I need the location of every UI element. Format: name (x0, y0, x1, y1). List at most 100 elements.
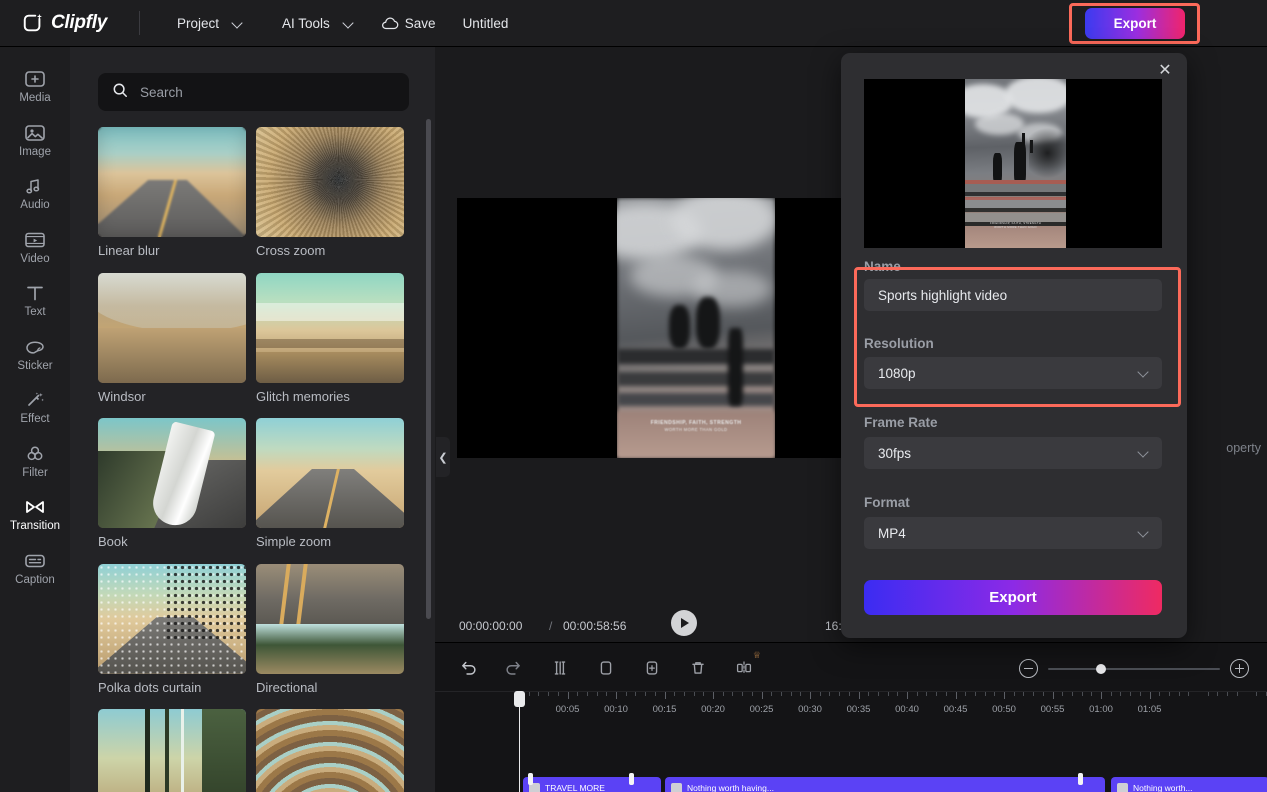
clip-trim-handle[interactable] (1078, 773, 1083, 785)
delete-icon[interactable] (687, 657, 709, 679)
ruler-tick-minor (771, 692, 772, 696)
clipfly-app: Clipfly Project AI Tools Save Untitled E… (0, 0, 1267, 792)
ruler-tick-minor (684, 692, 685, 696)
playhead-handle[interactable] (514, 691, 525, 707)
play-button[interactable] (671, 610, 697, 636)
sidebar-item-sticker[interactable]: Sticker (4, 329, 66, 379)
mirror-icon[interactable]: ♕ (733, 650, 761, 679)
transition-card-directional[interactable]: Directional (256, 563, 404, 696)
sidebar-item-text[interactable]: Text (4, 275, 66, 325)
resolution-select[interactable]: 1080p (864, 357, 1162, 389)
transition-card-simple-zoom[interactable]: Simple zoom (256, 418, 404, 550)
ruler-label: 01:05 (1137, 704, 1162, 715)
sidebar-item-audio[interactable]: Audio (4, 168, 66, 218)
sidebar-item-caption[interactable]: Caption (4, 543, 66, 593)
timeline-clip[interactable]: Nothing worth having... (665, 777, 1105, 792)
panel-collapse-toggle[interactable]: ❮ (436, 437, 450, 477)
transition-card-linear-blur[interactable]: Linear blur (98, 127, 246, 259)
export-dialog: ✕ FRIENDSHIP, FAITH, STRENGTH WORTH MORE… (841, 53, 1187, 638)
export-preview-caption: FRIENDSHIP, FAITH, STRENGTH WORTH MORE T… (989, 220, 1042, 230)
nav-item-ai-tools[interactable]: AI Tools (273, 11, 339, 36)
search-input[interactable]: Search (98, 73, 409, 111)
ruler-tick-major (907, 692, 908, 699)
sidebar-item-image[interactable]: Image (4, 115, 66, 165)
zoom-out-icon[interactable] (1019, 659, 1038, 678)
ruler-tick-minor (868, 692, 869, 696)
ruler-tick-minor (1159, 692, 1160, 696)
video-clip-icon (23, 229, 47, 251)
ruler-tick-minor (1169, 692, 1170, 696)
timeline-playhead[interactable] (514, 691, 525, 792)
duplicate-icon[interactable] (641, 657, 663, 679)
sidebar-item-filter[interactable]: Filter (4, 436, 66, 486)
project-title[interactable]: Untitled (463, 16, 509, 31)
transition-bowtie-icon (23, 496, 47, 518)
sticker-icon (23, 336, 47, 358)
name-input[interactable]: Sports highlight video (864, 279, 1162, 311)
transition-row: Windsor Glitch memories (98, 272, 418, 405)
framerate-select[interactable]: 30fps (864, 437, 1162, 469)
chevron-down-icon-project[interactable] (232, 18, 243, 29)
timeline-clip[interactable]: TRAVEL MORE (523, 777, 661, 792)
sidebar-item-media[interactable]: Media (4, 61, 66, 111)
ruler-label: 00:55 (1040, 704, 1065, 715)
framerate-label: Frame Rate (864, 415, 938, 430)
ruler-label: 00:20 (701, 704, 725, 715)
redo-icon[interactable] (503, 657, 525, 679)
brand-name: Clipfly (51, 12, 107, 33)
timeline-clip[interactable]: Nothing worth... (1111, 777, 1267, 792)
clip-trim-handle[interactable] (629, 773, 634, 785)
ruler-tick-major (858, 692, 860, 699)
video-preview[interactable]: FRIENDSHIP, FAITH, STRENGTH WORTH MORE T… (457, 198, 847, 458)
preview-caption: FRIENDSHIP, FAITH, STRENGTH WORTH MORE T… (617, 419, 775, 434)
transition-card-partial-2[interactable] (256, 709, 404, 792)
transition-card-partial-1[interactable] (98, 709, 246, 792)
transition-thumb (98, 127, 246, 237)
format-select[interactable]: MP4 (864, 517, 1162, 549)
crown-badge-icon: ♕ (752, 650, 761, 660)
chevron-down-icon-framerate (1138, 448, 1149, 459)
resolution-label: Resolution (864, 336, 934, 351)
transition-card-cross-zoom[interactable]: Cross zoom (256, 127, 404, 259)
transition-card-glitch-memories[interactable]: Glitch memories (256, 272, 404, 405)
transition-card-book[interactable]: Book (98, 418, 246, 550)
caption-icon (23, 550, 47, 572)
ruler-tick-minor (839, 692, 840, 696)
sidebar-item-video[interactable]: Video (4, 222, 66, 272)
transition-label: Polka dots curtain (98, 679, 202, 695)
ruler-label: 00:40 (895, 704, 919, 715)
zoom-in-icon[interactable] (1230, 659, 1249, 678)
ruler-tick-minor (946, 692, 947, 696)
chevron-down-icon-ai-tools[interactable] (343, 18, 354, 29)
transition-card-windsor[interactable]: Windsor (98, 272, 246, 405)
split-icon[interactable] (549, 657, 571, 679)
ruler-tick-minor (723, 692, 724, 696)
transition-panel: Search Linear blur Cross zoom Windsor Gl… (70, 47, 435, 792)
clip-label: Nothing worth... (1133, 783, 1193, 792)
chevron-left-icon: ❮ (438, 451, 448, 464)
brand-logo[interactable]: Clipfly (0, 12, 107, 34)
transition-label: Simple zoom (256, 534, 332, 550)
timeline-ruler[interactable]: 00:05 00:10 00:15 00:20 00:25 00:30 00:35 00:40… (435, 691, 1267, 719)
undo-icon[interactable] (457, 657, 479, 679)
save-button[interactable]: Save (372, 11, 445, 36)
ruler-tick-minor (1188, 692, 1189, 696)
image-icon (23, 122, 47, 144)
zoom-slider-knob[interactable] (1096, 663, 1106, 674)
copy-icon[interactable] (595, 657, 617, 679)
panel-scrollbar[interactable] (426, 119, 431, 619)
zoom-slider-track[interactable] (1048, 663, 1220, 674)
aspect-ratio-label[interactable]: 16: (825, 619, 842, 633)
clip-trim-handle[interactable] (528, 773, 533, 785)
clip-label: TRAVEL MORE (545, 783, 605, 792)
nav-item-project[interactable]: Project (168, 11, 228, 36)
sidebar-item-transition[interactable]: Transition (4, 489, 66, 539)
export-confirm-button[interactable]: Export (864, 580, 1162, 615)
ruler-label: 00:05 (555, 704, 580, 715)
ruler-tick-minor (1208, 692, 1209, 696)
close-icon[interactable]: ✕ (1156, 62, 1174, 80)
transition-card-polka-dots-curtain[interactable]: Polka dots curtain (98, 563, 246, 696)
cloud-icon (381, 17, 399, 30)
sidebar-item-effect[interactable]: Effect (4, 382, 66, 432)
ruler-label: 00:50 (992, 704, 1016, 715)
